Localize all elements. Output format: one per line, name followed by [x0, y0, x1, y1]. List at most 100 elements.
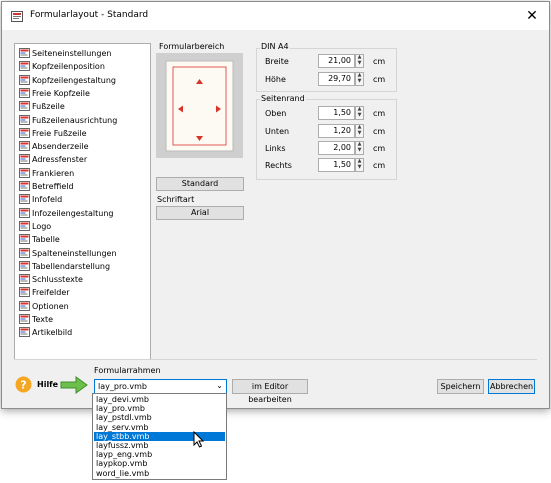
standard-button[interactable]: Standard [156, 177, 244, 191]
rechts-field[interactable]: 1,50 [318, 158, 355, 172]
dropdown-option[interactable]: lay_pro.vmb [94, 404, 225, 413]
sidebar-item[interactable]: Freie Fußzeile [19, 127, 87, 140]
sidebar-item-label: Betreffield [32, 182, 74, 191]
sidebar-item[interactable]: Infofeld [19, 193, 62, 206]
sidebar-item[interactable]: Kopfzeilengestaltung [19, 74, 116, 87]
help-icon[interactable]: ? [15, 376, 32, 393]
sidebar-item[interactable]: Optionen [19, 300, 69, 313]
layout-item-icon [19, 101, 30, 112]
sidebar-item-label: Frankieren [32, 168, 75, 178]
sidebar-item[interactable]: Seiteneinstellungen [19, 47, 111, 60]
oben-field[interactable]: 1,50 [318, 106, 355, 120]
sidebar-item[interactable]: Artikelbild [19, 326, 72, 339]
layout-item-icon [19, 48, 30, 58]
dropdown-option[interactable]: layp_eng.vmb [94, 450, 225, 459]
rechts-stepper[interactable]: ▲ ▼ [355, 158, 364, 172]
sidebar-item[interactable]: Tabellendarstellung [19, 260, 110, 273]
layout-item-icon [19, 314, 30, 324]
page-preview [156, 53, 243, 158]
layout-item-icon [19, 74, 30, 85]
dropdown-option[interactable]: lay_serv.vmb [94, 423, 225, 432]
sidebar-item[interactable]: Absenderzeile [19, 140, 89, 153]
breite-stepper[interactable]: ▲ ▼ [355, 54, 364, 68]
formularbereich-label: Formularbereich [159, 42, 225, 51]
breite-field[interactable]: 21,00 [318, 54, 355, 68]
sidebar-item[interactable]: Texte [19, 313, 53, 326]
combo-value: lay_pro.vmb [98, 382, 147, 391]
hilfe-label[interactable]: Hilfe [37, 380, 58, 389]
unten-unit: cm [373, 127, 386, 136]
layout-item-icon [19, 220, 30, 231]
close-icon[interactable]: ✕ [521, 6, 543, 26]
sidebar-item[interactable]: Frankieren [19, 167, 74, 180]
sidebar-item-label: Infofeld [32, 195, 63, 205]
links-stepper[interactable]: ▲ ▼ [355, 141, 364, 155]
layout-item-icon [19, 181, 30, 191]
layout-item-icon [19, 247, 30, 258]
oben-unit: cm [373, 109, 386, 118]
sidebar-item-label: Optionen [32, 301, 69, 311]
sidebar-item-label: Logo [32, 221, 52, 231]
links-label: Links [265, 144, 286, 153]
din-label: DIN A4 [260, 42, 290, 51]
sidebar-item-label: Fußzeilenausrichtung [32, 115, 118, 125]
sidebar-item[interactable]: Freie Kopfzeile [19, 87, 90, 100]
rechts-label: Rechts [265, 161, 292, 170]
sidebar-item-label: Tabelle [32, 235, 60, 245]
hoehe-field[interactable]: 29,70 [318, 72, 355, 86]
dropdown-option[interactable]: laypkop.vmb [94, 459, 225, 468]
layout-item-icon [19, 260, 30, 271]
abbrechen-button[interactable]: Abbrechen [488, 379, 535, 394]
app-icon [11, 11, 23, 22]
layout-item-icon [19, 127, 30, 138]
sidebar-item-label: Artikelbild [32, 328, 73, 338]
layout-item-icon [19, 274, 30, 285]
breite-unit: cm [373, 57, 386, 66]
formularlayout-window: Formularlayout - Standard ✕ Seiteneinste… [1, 1, 550, 409]
sidebar-item[interactable]: Kopfzeilenposition [19, 60, 105, 73]
layout-item-icon [19, 207, 30, 218]
arrow-right-icon [60, 376, 88, 394]
oben-stepper[interactable]: ▲ ▼ [355, 106, 364, 120]
breite-label: Breite [265, 57, 289, 66]
sidebar-item[interactable]: Spalteneinstellungen [19, 247, 117, 260]
dropdown-option[interactable]: lay_devi.vmb [94, 395, 225, 404]
sidebar-item-label: Kopfzeilenposition [32, 62, 105, 72]
speichern-button[interactable]: Speichern [437, 379, 484, 394]
formularrahmen-dropdown[interactable]: lay_devi.vmb lay_pro.vmb lay_pstdl.vmb lay_… [92, 393, 227, 480]
font-button[interactable]: Arial [156, 206, 244, 220]
sidebar-item[interactable]: Fußzeilenausrichtung [19, 114, 117, 127]
schriftart-label: Schriftart [157, 195, 195, 204]
unten-stepper[interactable]: ▲ ▼ [355, 124, 364, 138]
sidebar-item-label: Kopfzeilengestaltung [32, 75, 116, 85]
dropdown-option[interactable]: lay_stbb.vmb [94, 431, 225, 441]
editor-button[interactable]: im Editor bearbeiten [232, 379, 308, 404]
links-field[interactable]: 2,00 [318, 141, 355, 155]
unten-field[interactable]: 1,20 [318, 124, 355, 138]
layout-item-icon [19, 61, 30, 72]
sidebar-item[interactable]: Logo [19, 220, 51, 233]
sidebar-item-label: Seiteneinstellungen [32, 49, 112, 58]
sidebar-list[interactable]: Seiteneinstellungen Kopfzeilenposition Kop… [14, 43, 151, 360]
layout-item-icon [19, 141, 30, 152]
hoehe-stepper[interactable]: ▲ ▼ [355, 72, 364, 86]
formularrahmen-combo[interactable]: lay_pro.vmb ⌄ [94, 379, 227, 394]
chevron-down-icon[interactable]: ⌄ [216, 381, 223, 390]
dropdown-option[interactable]: layfussz.vmb [94, 441, 225, 450]
sidebar-item[interactable]: Betreffield [19, 180, 74, 193]
sidebar-item[interactable]: Tabelle [19, 233, 60, 246]
sidebar-item[interactable]: Infozeilengestaltung [19, 207, 113, 220]
sidebar-item-label: Freifelder [32, 288, 70, 298]
sidebar-item[interactable]: Adressfenster [19, 153, 87, 166]
sidebar-item-label: Infozeilengestaltung [32, 208, 114, 218]
footer-divider [14, 359, 537, 360]
formularrahmen-label: Formularrahmen [94, 366, 161, 375]
dropdown-option[interactable]: lay_pstdl.vmb [94, 413, 225, 422]
sidebar-item[interactable]: Schlusstexte [19, 273, 83, 286]
dropdown-option[interactable]: word_lie.vmb [94, 469, 225, 478]
sidebar-item[interactable]: Freifelder [19, 286, 70, 299]
layout-item-icon [19, 167, 30, 178]
sidebar-item[interactable]: Fußzeile [19, 100, 65, 113]
layout-item-icon [19, 114, 30, 125]
hoehe-label: Höhe [265, 75, 286, 84]
